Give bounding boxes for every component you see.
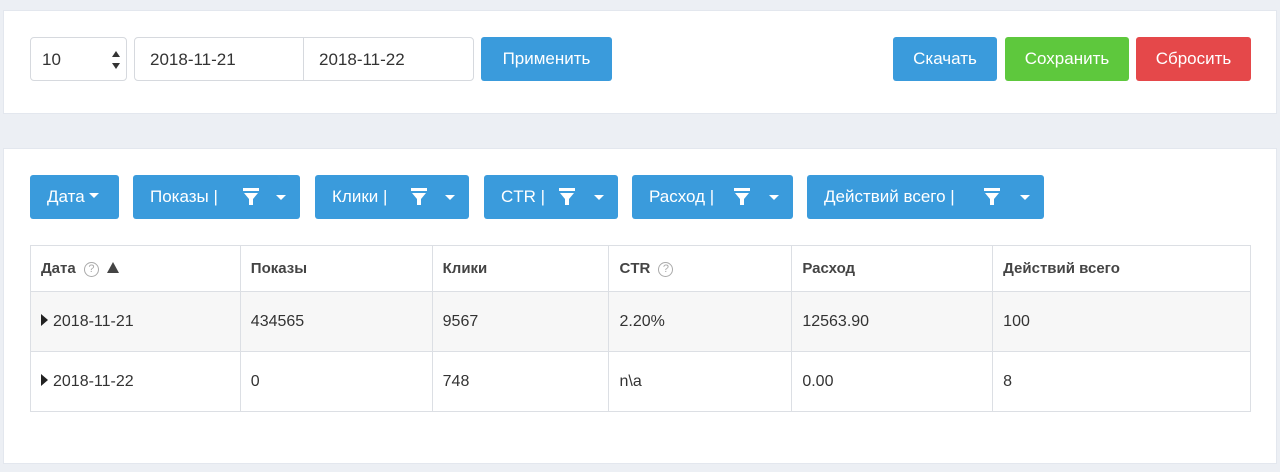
header-date[interactable]: Дата ? xyxy=(30,245,241,292)
column-clicks-button[interactable]: Клики | xyxy=(315,175,469,219)
column-ctr-label: CTR | xyxy=(501,187,546,206)
chevron-down-icon xyxy=(88,193,99,199)
apply-button[interactable]: Применить xyxy=(481,37,612,81)
column-impressions-button[interactable]: Показы | xyxy=(133,175,300,219)
date-to-input[interactable]: 2018-11-22 xyxy=(303,37,474,81)
cell-spend: 0.00 xyxy=(791,351,994,412)
column-spend-label: Расход | xyxy=(649,187,715,206)
date-from-input[interactable]: 2018-11-21 xyxy=(134,37,304,81)
cell-clicks: 9567 xyxy=(431,291,610,352)
cell-spend: 12563.90 xyxy=(791,291,994,352)
funnel-icon xyxy=(243,188,259,205)
column-actions-button[interactable]: Действий всего | xyxy=(807,175,1044,219)
rows-per-page-select[interactable]: 10 xyxy=(30,37,127,81)
help-icon[interactable]: ? xyxy=(83,261,99,277)
reset-button[interactable]: Сбросить xyxy=(1136,37,1251,81)
table-header-row: Дата ? Показы Клики CTR ? Расход Действи… xyxy=(30,245,1251,292)
expand-icon[interactable] xyxy=(41,374,48,387)
column-clicks-label: Клики | xyxy=(332,187,388,206)
column-date-button[interactable]: Дата xyxy=(30,175,119,219)
header-spend[interactable]: Расход xyxy=(791,245,994,292)
cell-actions: 100 xyxy=(992,291,1251,352)
cell-date[interactable]: 2018-11-22 xyxy=(30,351,241,412)
header-date-label: Дата xyxy=(41,260,76,277)
cell-date-value: 2018-11-22 xyxy=(53,372,134,390)
funnel-icon xyxy=(411,188,427,205)
filter-panel: 10 2018-11-21 2018-11-22 Применить Скача… xyxy=(3,10,1277,114)
column-impressions-label: Показы | xyxy=(150,187,218,206)
column-ctr-button[interactable]: CTR | xyxy=(484,175,618,219)
sort-asc-icon[interactable] xyxy=(107,261,120,273)
rows-per-page-value: 10 xyxy=(42,50,61,69)
cell-clicks: 748 xyxy=(431,351,610,412)
download-button[interactable]: Скачать xyxy=(893,37,997,81)
column-spend-button[interactable]: Расход | xyxy=(632,175,793,219)
chevron-down-icon xyxy=(276,195,286,200)
cell-ctr: 2.20% xyxy=(608,291,793,352)
header-clicks[interactable]: Клики xyxy=(431,245,610,292)
table-row[interactable]: 2018-11-22 0 748 n\a 0.00 8 xyxy=(30,351,1251,412)
table-row[interactable]: 2018-11-21 434565 9567 2.20% 12563.90 10… xyxy=(30,291,1251,352)
funnel-icon xyxy=(559,188,575,205)
cell-actions: 8 xyxy=(992,351,1251,412)
cell-impressions: 434565 xyxy=(239,291,433,352)
funnel-icon xyxy=(984,188,1000,205)
report-panel: Дата Показы | Клики | CTR | Расход | Дей… xyxy=(3,148,1277,464)
report-table: Дата ? Показы Клики CTR ? Расход Действи… xyxy=(30,245,1251,412)
save-button[interactable]: Сохранить xyxy=(1005,37,1129,81)
cell-impressions: 0 xyxy=(239,351,433,412)
header-actions[interactable]: Действий всего xyxy=(992,245,1251,292)
select-arrows-icon xyxy=(112,51,120,69)
column-actions-label: Действий всего | xyxy=(824,187,955,206)
help-icon[interactable]: ? xyxy=(658,261,674,277)
cell-date-value: 2018-11-21 xyxy=(53,312,134,330)
chevron-down-icon xyxy=(594,195,604,200)
chevron-down-icon xyxy=(769,195,779,200)
expand-icon[interactable] xyxy=(41,314,48,327)
header-ctr[interactable]: CTR ? xyxy=(608,245,793,292)
cell-ctr: n\a xyxy=(608,351,793,412)
cell-date[interactable]: 2018-11-21 xyxy=(30,291,241,352)
column-date-label: Дата xyxy=(47,187,85,206)
chevron-down-icon xyxy=(445,195,455,200)
funnel-icon xyxy=(734,188,750,205)
header-ctr-label: CTR xyxy=(619,260,651,277)
chevron-down-icon xyxy=(1020,195,1030,200)
header-impressions[interactable]: Показы xyxy=(239,245,433,292)
